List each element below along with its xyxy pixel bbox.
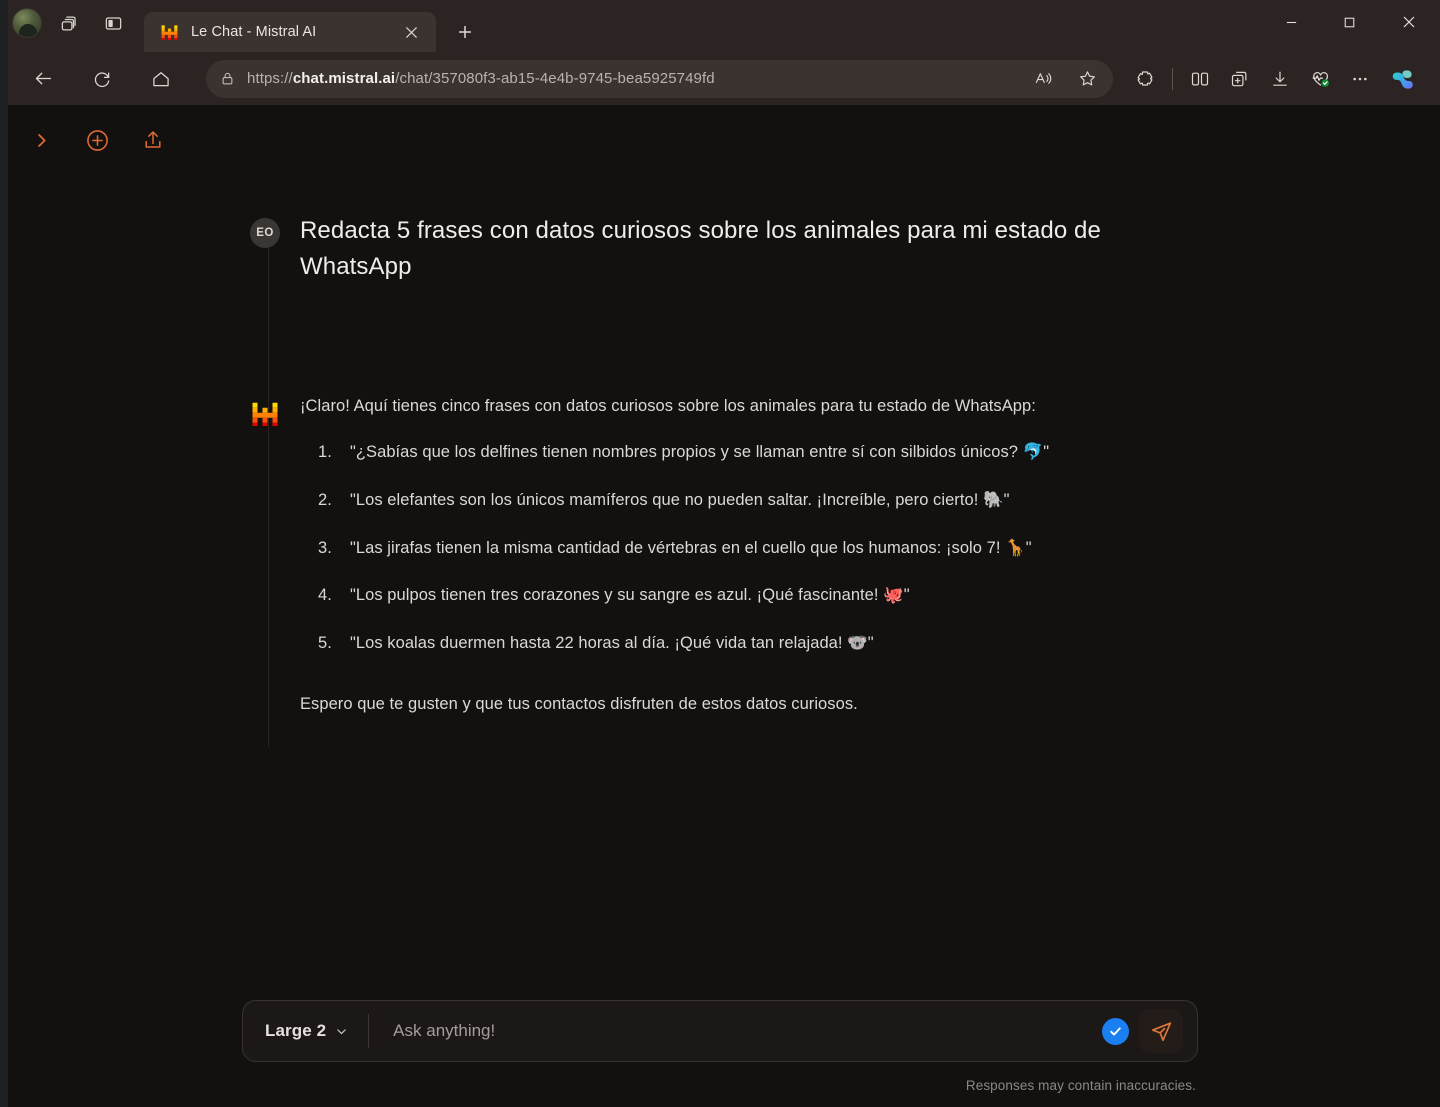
browser-tab-active[interactable]: Le Chat - Mistral AI xyxy=(144,12,436,52)
app-header-actions xyxy=(0,105,170,175)
facts-list: "¿Sabías que los delfines tienen nombres… xyxy=(300,441,1190,657)
split-screen-icon[interactable] xyxy=(1180,60,1220,98)
composer: Large 2 xyxy=(242,1000,1198,1062)
new-chat-button[interactable] xyxy=(80,123,114,157)
browser-essentials-icon[interactable] xyxy=(1300,60,1340,98)
message-thread: EO Redacta 5 frases con datos curiosos s… xyxy=(250,175,1190,747)
tab-title: Le Chat - Mistral AI xyxy=(191,24,317,40)
chevron-down-icon xyxy=(335,1025,348,1038)
chrome-left-icon-group xyxy=(12,0,130,52)
composer-area: Large 2 Ask anything! Responses may cont… xyxy=(0,1000,1440,1107)
assistant-intro-text: ¡Claro! Aquí tienes cinco frases con dat… xyxy=(300,396,1036,415)
expand-sidebar-button[interactable] xyxy=(24,123,58,157)
mistral-logo-icon xyxy=(250,399,280,429)
window-controls xyxy=(1262,0,1440,44)
conversation-scroll-area[interactable]: EO Redacta 5 frases con datos curiosos s… xyxy=(0,175,1440,947)
star-icon[interactable] xyxy=(1071,63,1103,95)
tab-strip: Le Chat - Mistral AI xyxy=(0,0,1440,52)
close-icon[interactable] xyxy=(1378,0,1440,44)
user-message-row: EO Redacta 5 frases con datos curiosos s… xyxy=(250,213,1190,286)
downloads-icon[interactable] xyxy=(1260,60,1300,98)
composer-actions xyxy=(1102,1009,1187,1053)
minimize-icon[interactable] xyxy=(1262,0,1320,44)
back-arrow-icon[interactable] xyxy=(24,60,62,98)
model-selector[interactable]: Large 2 xyxy=(265,1021,368,1041)
reload-icon[interactable] xyxy=(83,60,121,98)
collections-icon[interactable] xyxy=(1220,60,1260,98)
workspaces-icon[interactable] xyxy=(52,6,86,40)
settings-more-icon[interactable] xyxy=(1340,60,1380,98)
tab-list: Le Chat - Mistral AI xyxy=(144,12,482,52)
profile-avatar[interactable] xyxy=(12,8,42,38)
assistant-message-row: ¡Claro! Aquí tienes cinco frases con dat… xyxy=(250,394,1190,717)
send-button[interactable] xyxy=(1139,1009,1183,1053)
toolbar-divider xyxy=(1172,67,1173,90)
underlying-window-strip xyxy=(0,0,8,1107)
list-item: "¿Sabías que los delfines tienen nombres… xyxy=(318,441,1050,465)
address-bar[interactable]: https://chat.mistral.ai/chat/357080f3-ab… xyxy=(206,59,1113,98)
mistral-logo-icon xyxy=(161,24,178,40)
assistant-outro-text: Espero que te gusten y que tus contactos… xyxy=(300,695,858,714)
user-message-body: Redacta 5 frases con datos curiosos sobr… xyxy=(300,213,1190,286)
maximize-icon[interactable] xyxy=(1320,0,1378,44)
list-item: "Los elefantes son los únicos mamíferos … xyxy=(318,489,1010,513)
page-viewport: EO Redacta 5 frases con datos curiosos s… xyxy=(0,105,1440,1107)
search-input[interactable] xyxy=(369,1021,1102,1041)
tab-actions-icon[interactable] xyxy=(96,6,130,40)
share-chat-button[interactable] xyxy=(136,123,170,157)
url-text: https://chat.mistral.ai/chat/357080f3-ab… xyxy=(247,70,715,87)
model-name: Large 2 xyxy=(265,1021,327,1040)
avatar: EO xyxy=(250,218,280,248)
composer-footnote: Responses may contain inaccuracies. xyxy=(965,1078,1196,1093)
copilot-icon[interactable] xyxy=(1380,60,1426,98)
read-aloud-icon[interactable] xyxy=(1027,63,1059,95)
list-item: "Los pulpos tienen tres corazones y su s… xyxy=(318,584,910,608)
browser-toolbar-right xyxy=(1125,60,1426,98)
user-message-text: Redacta 5 frases con datos curiosos sobr… xyxy=(300,217,1101,281)
close-icon[interactable] xyxy=(398,19,424,45)
list-item: "Los koalas duermen hasta 22 horas al dí… xyxy=(318,632,874,656)
assistant-message-body: ¡Claro! Aquí tienes cinco frases con dat… xyxy=(300,394,1190,717)
new-tab-button[interactable] xyxy=(448,15,482,49)
extensions-icon[interactable] xyxy=(1125,60,1165,98)
home-icon[interactable] xyxy=(142,60,180,98)
check-badge-icon[interactable] xyxy=(1102,1017,1129,1045)
lock-icon xyxy=(220,71,235,86)
list-item: "Las jirafas tienen la misma cantidad de… xyxy=(318,537,1032,561)
browser-window: Le Chat - Mistral AI https://chat.mistra… xyxy=(0,0,1440,1107)
address-bar-row: https://chat.mistral.ai/chat/357080f3-ab… xyxy=(0,52,1440,105)
